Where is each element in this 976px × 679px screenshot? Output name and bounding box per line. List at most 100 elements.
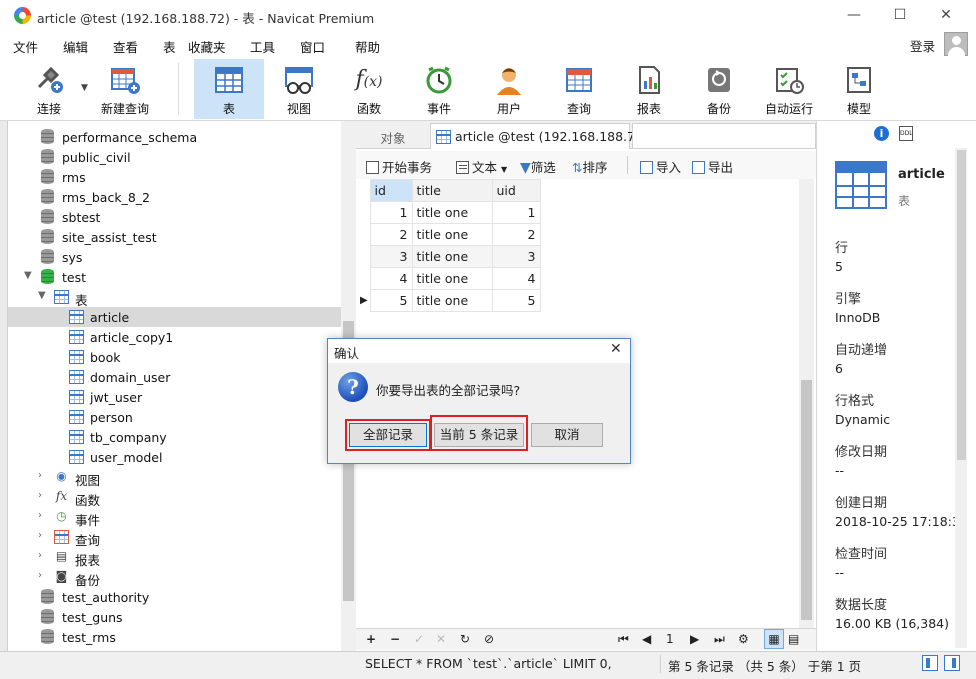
chevron-right-icon[interactable]: › — [38, 550, 42, 561]
cancel-button[interactable]: 取消 — [531, 423, 603, 447]
tree-table-item-selected[interactable]: article — [8, 307, 341, 327]
column-header-id[interactable]: id — [369, 179, 413, 202]
tree-events-node[interactable]: › ◷ 事件 — [8, 507, 341, 528]
report-button[interactable]: 报表 — [614, 59, 684, 119]
next-page-icon[interactable]: ▶ — [690, 632, 699, 646]
model-button[interactable]: 模型 — [824, 59, 894, 119]
login-link[interactable]: 登录 — [910, 36, 935, 55]
export-button[interactable]: 导出 — [692, 157, 733, 176]
cell-uid[interactable]: 4 — [491, 267, 541, 290]
chevron-down-icon[interactable]: ▼ — [24, 270, 32, 281]
cell-uid[interactable]: 1 — [491, 201, 541, 224]
function-button[interactable]: f(x) 函数 — [334, 59, 404, 119]
cell-id[interactable]: 2 — [369, 223, 413, 246]
ddl-icon[interactable]: DDL — [899, 126, 913, 141]
import-button[interactable]: 导入 — [640, 157, 681, 176]
cell-id[interactable]: 4 — [369, 267, 413, 290]
tree-database-item[interactable]: site_assist_test — [8, 227, 341, 247]
delete-record-button[interactable]: − — [390, 632, 400, 646]
menu-edit[interactable]: 编辑 — [63, 37, 88, 56]
data-grid[interactable]: id title uid 1 title one 1 2 title one 2 3 ti… — [360, 179, 541, 312]
menu-table[interactable]: 表 — [163, 37, 176, 56]
table-row[interactable]: 2 title one 2 — [360, 223, 541, 246]
toggle-right-panel-icon[interactable] — [944, 655, 960, 671]
connect-dropdown-icon[interactable]: ▼ — [81, 83, 88, 93]
tree-backups-node[interactable]: › ◙ 备份 — [8, 567, 341, 588]
chevron-right-icon[interactable]: › — [38, 470, 42, 481]
cell-id[interactable]: 1 — [369, 201, 413, 224]
connect-button[interactable]: 连接 — [18, 59, 80, 119]
cell-title[interactable]: title one — [411, 267, 493, 290]
last-page-icon[interactable]: ⏭ — [714, 632, 725, 647]
grid-view-icon[interactable]: ▦ — [764, 629, 784, 649]
tree-database-test[interactable]: ▼ test — [8, 267, 341, 287]
info-panel-scrollbar-thumb[interactable] — [957, 150, 966, 460]
menu-favorites[interactable]: 收藏夹 — [188, 37, 226, 56]
tree-table-item[interactable]: jwt_user — [8, 387, 341, 407]
tree-table-item[interactable]: article_copy1 — [8, 327, 341, 347]
dialog-close-icon[interactable]: ✕ — [610, 341, 622, 357]
tree-database-item[interactable]: test_guns — [8, 607, 341, 627]
maximize-button[interactable]: ☐ — [880, 4, 920, 26]
menu-file[interactable]: 文件 — [13, 37, 38, 56]
tree-table-item[interactable]: book — [8, 347, 341, 367]
chevron-right-icon[interactable]: › — [38, 490, 42, 501]
user-button[interactable]: 用户 — [474, 59, 544, 119]
cell-title[interactable]: title one — [411, 201, 493, 224]
cell-uid[interactable]: 5 — [491, 289, 541, 312]
form-view-icon[interactable]: ▤ — [788, 632, 799, 646]
begin-transaction-button[interactable]: 开始事务 — [366, 157, 432, 176]
tree-table-item[interactable]: tb_company — [8, 427, 341, 447]
chevron-right-icon[interactable]: › — [38, 530, 42, 541]
tree-database-item[interactable]: rms — [8, 167, 341, 187]
table-row[interactable]: 3 title one 3 — [360, 245, 541, 268]
tree-database-item[interactable]: sbtest — [8, 207, 341, 227]
event-button[interactable]: 事件 — [404, 59, 474, 119]
tree-database-item[interactable]: public_civil — [8, 147, 341, 167]
navigation-tree[interactable]: performance_schema public_civil rms rms_… — [8, 121, 341, 651]
chevron-down-icon[interactable]: ▼ — [38, 290, 46, 301]
tree-database-item[interactable]: test_authority — [8, 587, 341, 607]
filter-button[interactable]: ▼筛选 — [520, 157, 556, 176]
tree-table-item[interactable]: domain_user — [8, 367, 341, 387]
menu-view[interactable]: 查看 — [113, 37, 138, 56]
stop-icon[interactable]: ⊘ — [484, 632, 494, 646]
column-header-title[interactable]: title — [411, 179, 493, 202]
tree-database-item[interactable]: test_rms — [8, 627, 341, 647]
tree-views-node[interactable]: › ◉ 视图 — [8, 467, 341, 488]
tree-database-item[interactable]: rms_back_8_2 — [8, 187, 341, 207]
sort-button[interactable]: ⇅排序 — [572, 157, 608, 176]
tree-queries-node[interactable]: › 查询 — [8, 527, 341, 548]
query-button[interactable]: 查询 — [544, 59, 614, 119]
new-query-button[interactable]: 新建查询 — [92, 59, 158, 119]
table-button[interactable]: 表 — [194, 59, 264, 119]
cell-id[interactable]: 3 — [369, 245, 413, 268]
toggle-left-panel-icon[interactable] — [922, 655, 938, 671]
menu-help[interactable]: 帮助 — [355, 37, 380, 56]
cell-title[interactable]: title one — [411, 223, 493, 246]
add-record-button[interactable]: + — [366, 632, 376, 646]
column-header-uid[interactable]: uid — [491, 179, 541, 202]
previous-page-icon[interactable]: ◀ — [642, 632, 651, 646]
grid-scrollbar-thumb[interactable] — [801, 380, 812, 620]
tree-database-item[interactable]: performance_schema — [8, 127, 341, 147]
cell-id[interactable]: 5 — [369, 289, 413, 312]
tree-table-item[interactable]: user_model — [8, 447, 341, 467]
tree-tables-node[interactable]: ▼ 表 — [8, 287, 341, 308]
view-button[interactable]: 视图 — [264, 59, 334, 119]
tree-functions-node[interactable]: › fx 函数 — [8, 487, 341, 508]
apply-button[interactable]: ✓ — [414, 632, 424, 646]
close-button[interactable]: ✕ — [926, 4, 966, 26]
chevron-right-icon[interactable]: › — [38, 510, 42, 521]
info-icon[interactable]: i — [874, 126, 889, 141]
settings-gear-icon[interactable]: ⚙ — [738, 632, 749, 646]
menu-tools[interactable]: 工具 — [250, 37, 275, 56]
backup-button[interactable]: 备份 — [684, 59, 754, 119]
chevron-right-icon[interactable]: › — [38, 570, 42, 581]
automation-button[interactable]: 自动运行 — [754, 59, 824, 119]
discard-button[interactable]: ✕ — [436, 632, 446, 646]
minimize-button[interactable]: — — [834, 4, 874, 26]
cell-title[interactable]: title one — [411, 245, 493, 268]
first-page-icon[interactable]: ⏮ — [618, 632, 629, 647]
cell-uid[interactable]: 2 — [491, 223, 541, 246]
